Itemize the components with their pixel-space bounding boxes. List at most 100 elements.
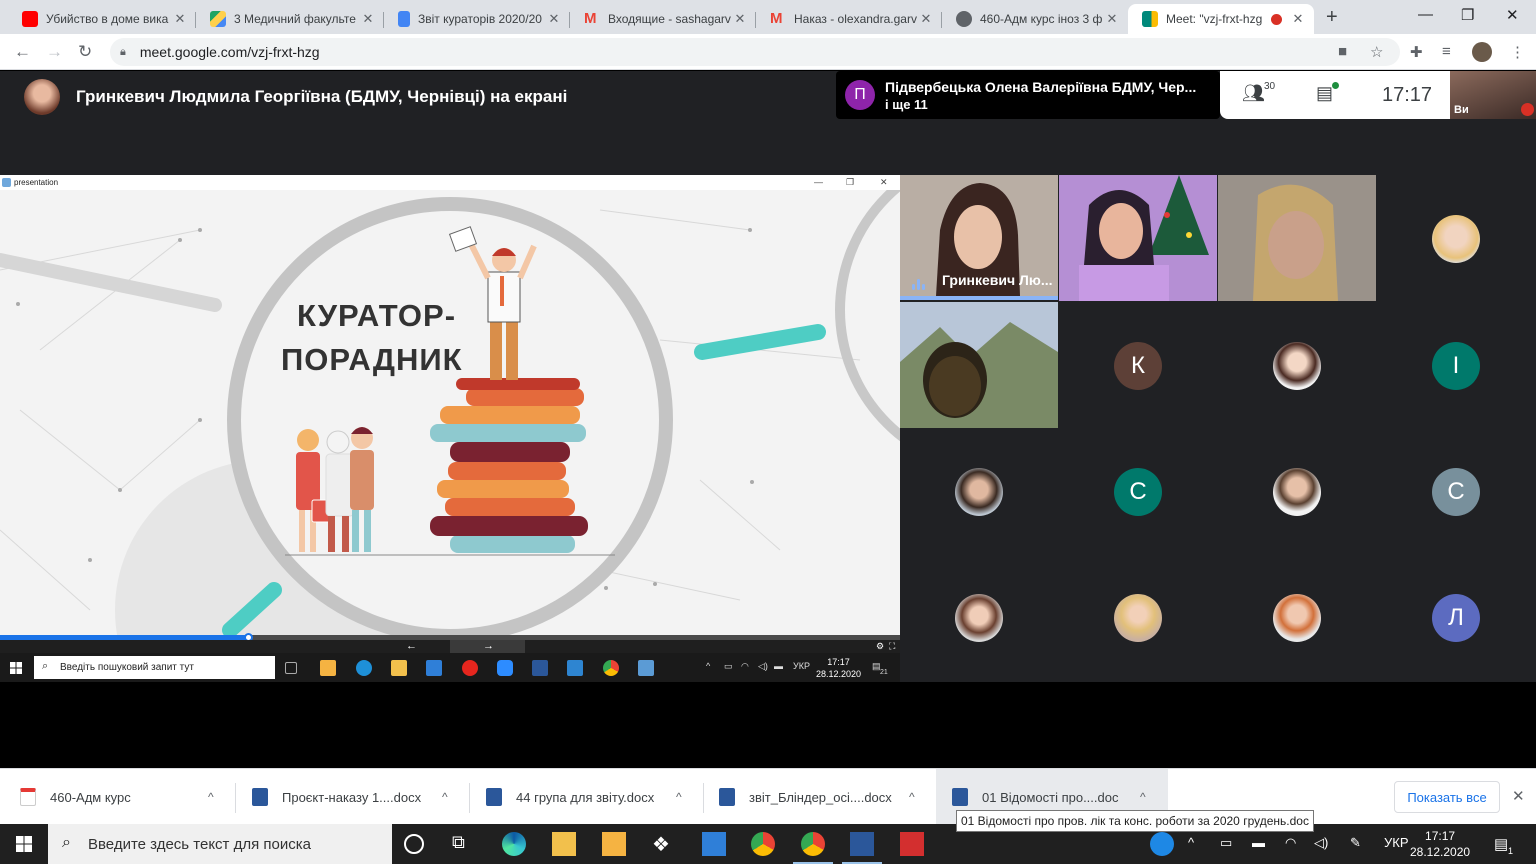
browser-tab[interactable]: 3 Медичний факульте ✕ xyxy=(196,4,384,34)
taskbar-clock[interactable]: 17:17 28.12.2020 xyxy=(1410,828,1470,860)
task-view-icon[interactable]: ⧉ xyxy=(452,832,476,856)
tray-device-icon[interactable]: ▭ xyxy=(724,661,733,672)
zoom-icon[interactable] xyxy=(497,660,513,676)
shared-taskbar-search[interactable]: ⌕ Введіть пошуковий запит тут xyxy=(34,656,275,679)
show-all-downloads-button[interactable]: Показать все xyxy=(1394,781,1500,813)
prev-slide-icon[interactable]: ← xyxy=(406,640,417,653)
participant-tile[interactable] xyxy=(1059,554,1217,680)
volume-icon[interactable]: ◁) xyxy=(758,661,768,672)
chat-icon[interactable]: ▤ xyxy=(1316,83,1333,104)
browser-tab[interactable]: Звіт кураторів 2020/20 ✕ xyxy=(384,4,570,34)
skype-icon[interactable] xyxy=(1150,832,1174,856)
tray-device-icon[interactable]: ▭ xyxy=(1220,835,1232,851)
participant-tile[interactable] xyxy=(1218,428,1376,554)
maximize-icon[interactable]: ❐ xyxy=(846,175,854,190)
profile-avatar[interactable] xyxy=(1472,42,1492,62)
chrome-active-icon[interactable] xyxy=(793,832,833,864)
browser-tab[interactable]: M Входящие - sashagarv ✕ xyxy=(570,4,756,34)
chevron-up-icon[interactable]: ^ xyxy=(208,790,214,804)
wifi-icon[interactable]: ◠ xyxy=(741,661,749,672)
mail-icon[interactable] xyxy=(702,832,726,856)
chevron-up-icon[interactable]: ^ xyxy=(676,790,682,804)
back-icon[interactable]: ← xyxy=(14,42,31,62)
browser-tab[interactable]: M Наказ - olexandra.garv ✕ xyxy=(756,4,942,34)
store-icon[interactable] xyxy=(602,832,626,856)
opera-icon[interactable] xyxy=(462,660,478,676)
bookmark-star-icon[interactable]: ☆ xyxy=(1370,43,1383,61)
pen-icon[interactable]: ✎ xyxy=(1350,835,1361,851)
browser-tab[interactable]: Убийство в доме вика ✕ xyxy=(8,4,196,34)
volume-icon[interactable]: ◁) xyxy=(1314,835,1328,851)
chevron-up-icon[interactable]: ^ xyxy=(1140,790,1146,804)
battery-icon[interactable]: ▬ xyxy=(1252,835,1265,850)
media-control-icon[interactable]: ≡ xyxy=(1442,43,1451,60)
participant-tile[interactable] xyxy=(900,428,1058,554)
participant-tile[interactable] xyxy=(1218,175,1376,301)
next-slide-button[interactable]: → xyxy=(450,640,525,653)
settings-icon[interactable]: ⚙ xyxy=(876,640,884,653)
file-explorer-icon[interactable] xyxy=(391,660,407,676)
participant-tile[interactable] xyxy=(1218,302,1376,428)
join-notification[interactable]: П Підвербецька Олена Валеріївна БДМУ, Че… xyxy=(836,71,1220,119)
taskbar-search[interactable]: ⌕ Введите здесь текст для поиска xyxy=(48,824,392,864)
forward-icon[interactable]: → xyxy=(46,42,63,62)
task-view-icon[interactable] xyxy=(285,662,297,674)
browser-tab-active[interactable]: Meet: "vzj-frxt-hzg ✕ xyxy=(1128,4,1314,34)
dropbox-icon[interactable]: ❖ xyxy=(652,832,676,856)
menu-kebab-icon[interactable]: ⋮ xyxy=(1510,43,1525,61)
new-tab-button[interactable]: + xyxy=(1326,6,1338,29)
windows-start-icon[interactable] xyxy=(16,836,32,852)
notification-center-icon[interactable]: ▤ xyxy=(1494,835,1508,853)
mail-icon[interactable] xyxy=(426,660,442,676)
edge-icon[interactable] xyxy=(502,832,526,856)
close-tab-icon[interactable]: ✕ xyxy=(172,11,188,27)
presentation-app-icon[interactable] xyxy=(638,660,654,676)
chevron-up-icon[interactable]: ^ xyxy=(909,790,915,804)
word-icon[interactable] xyxy=(842,832,882,864)
download-item[interactable]: 44 група для звіту.docx ^ xyxy=(486,777,704,817)
tray-chevron-icon[interactable]: ^ xyxy=(706,661,710,671)
participant-tile[interactable]: С xyxy=(1059,428,1217,554)
download-item[interactable]: Проєкт-наказу 1....docx ^ xyxy=(252,777,470,817)
minimize-icon[interactable]: — xyxy=(814,175,823,190)
file-explorer-icon[interactable] xyxy=(552,832,576,856)
self-view-tile[interactable]: Ви xyxy=(1450,71,1536,119)
close-tab-icon[interactable]: ✕ xyxy=(360,11,376,27)
reload-icon[interactable]: ↻ xyxy=(78,42,92,62)
participant-tile[interactable]: К xyxy=(1059,302,1217,428)
url-field[interactable]: 🔒︎ meet.google.com/vzj-frxt-hzg xyxy=(110,38,1400,66)
participant-tile[interactable]: С xyxy=(1377,428,1535,554)
word-icon[interactable] xyxy=(532,660,548,676)
acrobat-icon[interactable] xyxy=(900,832,924,856)
close-icon[interactable]: ✕ xyxy=(880,175,888,190)
participant-tile[interactable] xyxy=(1059,175,1217,301)
people-icon[interactable]: 👥︎ xyxy=(1242,83,1265,104)
participant-tile[interactable]: Л xyxy=(1377,554,1535,680)
chrome-icon[interactable] xyxy=(603,660,619,676)
chevron-up-icon[interactable]: ^ xyxy=(442,790,448,804)
minimize-icon[interactable]: — xyxy=(1418,6,1433,23)
windows-start-icon[interactable] xyxy=(10,662,22,674)
cortana-icon[interactable] xyxy=(404,834,424,854)
chrome-icon[interactable] xyxy=(751,832,775,856)
maximize-icon[interactable]: ❐ xyxy=(1461,6,1474,24)
participant-tile-speaker[interactable]: Гринкевич Лю... xyxy=(900,175,1058,300)
language-indicator[interactable]: УКР xyxy=(793,661,810,671)
edge-icon[interactable] xyxy=(356,660,372,676)
photos-icon[interactable] xyxy=(567,660,583,676)
participant-tile[interactable] xyxy=(900,554,1058,680)
close-tab-icon[interactable]: ✕ xyxy=(1290,11,1306,27)
download-item[interactable]: звіт_Бліндер_осі....docx ^ xyxy=(719,777,937,817)
close-downloads-icon[interactable]: ✕ xyxy=(1512,787,1525,805)
participant-tile[interactable]: І xyxy=(1377,302,1535,428)
close-tab-icon[interactable]: ✕ xyxy=(918,11,934,27)
store-icon[interactable] xyxy=(320,660,336,676)
tray-chevron-icon[interactable]: ^ xyxy=(1188,835,1194,850)
download-item[interactable]: 460-Адм курс ^ xyxy=(20,777,236,817)
language-indicator[interactable]: УКР xyxy=(1384,835,1409,850)
close-tab-icon[interactable]: ✕ xyxy=(732,11,748,27)
participant-tile[interactable] xyxy=(1218,554,1376,680)
battery-icon[interactable]: ▬ xyxy=(774,661,783,671)
network-icon[interactable]: ◠ xyxy=(1285,835,1296,851)
close-window-icon[interactable]: ✕ xyxy=(1506,6,1519,24)
